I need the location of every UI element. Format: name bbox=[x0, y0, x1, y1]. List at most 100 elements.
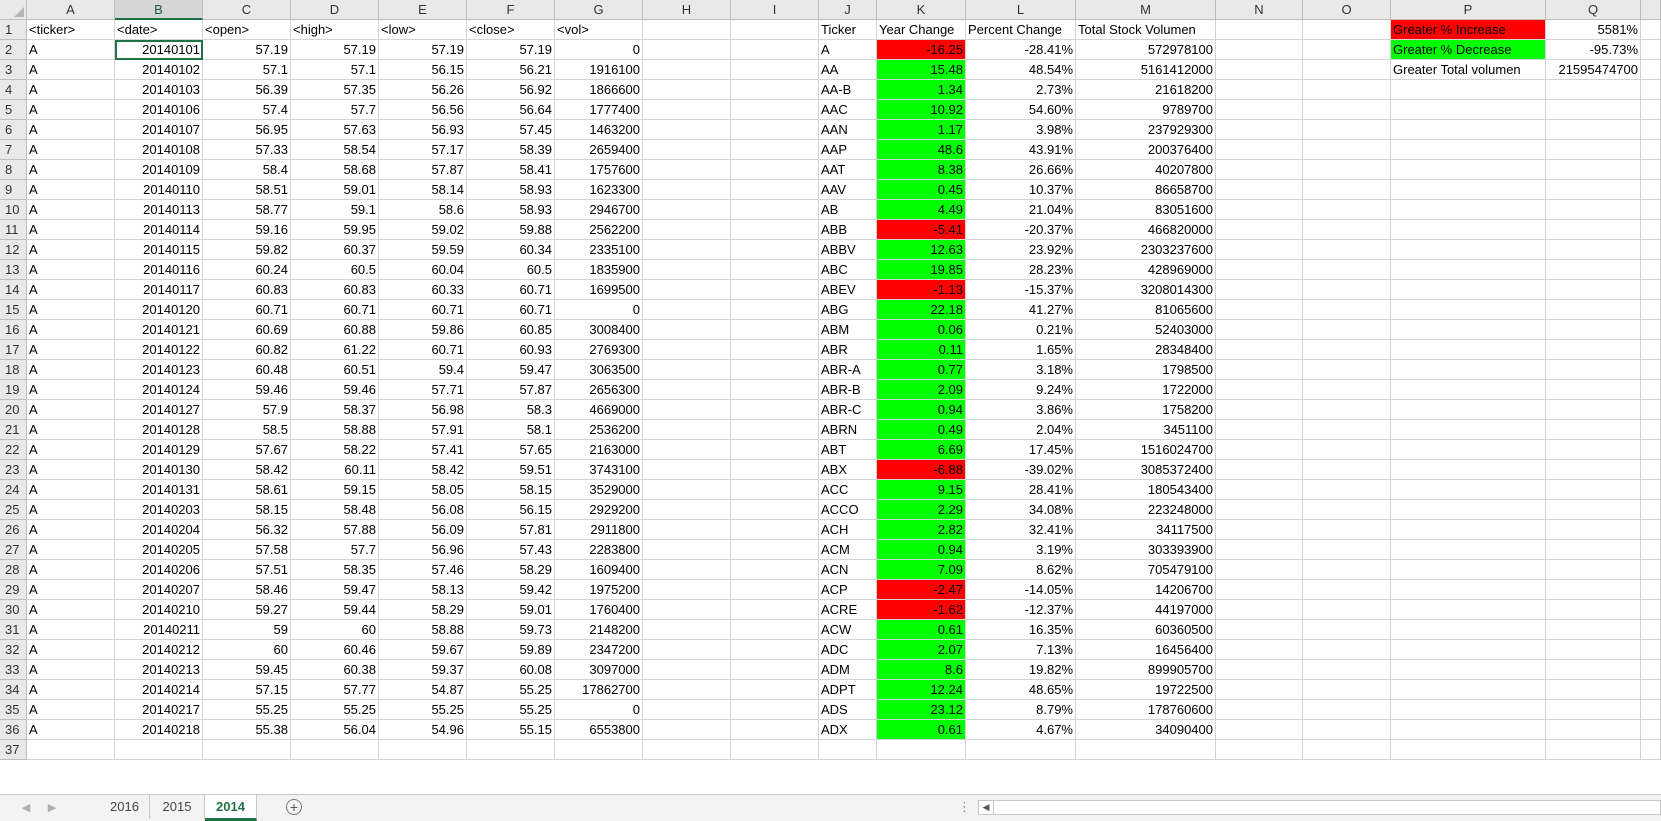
cell-c20[interactable]: 57.9 bbox=[203, 400, 291, 420]
cell-p21[interactable] bbox=[1391, 420, 1546, 440]
scroll-left-icon[interactable]: ◀ bbox=[979, 801, 994, 814]
cell-m9[interactable]: 86658700 bbox=[1076, 180, 1216, 200]
cell-o8[interactable] bbox=[1303, 160, 1391, 180]
cell-c35[interactable]: 55.25 bbox=[203, 700, 291, 720]
cell-q6[interactable] bbox=[1546, 120, 1641, 140]
cell-g35[interactable]: 0 bbox=[555, 700, 643, 720]
cell-o25[interactable] bbox=[1303, 500, 1391, 520]
cell-l24[interactable]: 28.41% bbox=[966, 480, 1076, 500]
cell-f22[interactable]: 57.65 bbox=[467, 440, 555, 460]
cell-a21[interactable]: A bbox=[27, 420, 115, 440]
cell-blank[interactable] bbox=[1641, 20, 1661, 40]
cell-n20[interactable] bbox=[1216, 400, 1303, 420]
cell-a34[interactable]: A bbox=[27, 680, 115, 700]
cell-g17[interactable]: 2769300 bbox=[555, 340, 643, 360]
row-header[interactable]: 23 bbox=[0, 460, 27, 480]
cell-l33[interactable]: 19.82% bbox=[966, 660, 1076, 680]
cell-l36[interactable]: 4.67% bbox=[966, 720, 1076, 740]
cell-o3[interactable] bbox=[1303, 60, 1391, 80]
cell-l30[interactable]: -12.37% bbox=[966, 600, 1076, 620]
cell-l27[interactable]: 3.19% bbox=[966, 540, 1076, 560]
cell-e29[interactable]: 58.13 bbox=[379, 580, 467, 600]
cell-f15[interactable]: 60.71 bbox=[467, 300, 555, 320]
cell-m6[interactable]: 237929300 bbox=[1076, 120, 1216, 140]
cell-p30[interactable] bbox=[1391, 600, 1546, 620]
cell-m26[interactable]: 34117500 bbox=[1076, 520, 1216, 540]
cell-c6[interactable]: 56.95 bbox=[203, 120, 291, 140]
cell-n26[interactable] bbox=[1216, 520, 1303, 540]
cell-i16[interactable] bbox=[731, 320, 819, 340]
cell-q21[interactable] bbox=[1546, 420, 1641, 440]
cell-p3[interactable]: Greater Total volumen bbox=[1391, 60, 1546, 80]
cell-m8[interactable]: 40207800 bbox=[1076, 160, 1216, 180]
cell-f35[interactable]: 55.25 bbox=[467, 700, 555, 720]
cell-blank[interactable] bbox=[1641, 560, 1661, 580]
cell-g14[interactable]: 1699500 bbox=[555, 280, 643, 300]
cell-i23[interactable] bbox=[731, 460, 819, 480]
cell-c8[interactable]: 58.4 bbox=[203, 160, 291, 180]
cell-n15[interactable] bbox=[1216, 300, 1303, 320]
cell-e20[interactable]: 56.98 bbox=[379, 400, 467, 420]
cell-f33[interactable]: 60.08 bbox=[467, 660, 555, 680]
cell-a11[interactable]: A bbox=[27, 220, 115, 240]
cell-c19[interactable]: 59.46 bbox=[203, 380, 291, 400]
cell-g30[interactable]: 1760400 bbox=[555, 600, 643, 620]
cell-a2[interactable]: A bbox=[27, 40, 115, 60]
cell-a29[interactable]: A bbox=[27, 580, 115, 600]
cell-o12[interactable] bbox=[1303, 240, 1391, 260]
cell-q8[interactable] bbox=[1546, 160, 1641, 180]
cell-d33[interactable]: 60.38 bbox=[291, 660, 379, 680]
cell-c11[interactable]: 59.16 bbox=[203, 220, 291, 240]
cell-k36[interactable]: 0.61 bbox=[877, 720, 966, 740]
cell-p29[interactable] bbox=[1391, 580, 1546, 600]
cell-e7[interactable]: 57.17 bbox=[379, 140, 467, 160]
cell-f27[interactable]: 57.43 bbox=[467, 540, 555, 560]
cell-j6[interactable]: AAN bbox=[819, 120, 877, 140]
cell-e16[interactable]: 59.86 bbox=[379, 320, 467, 340]
row-header[interactable]: 34 bbox=[0, 680, 27, 700]
cell-a8[interactable]: A bbox=[27, 160, 115, 180]
cell-c12[interactable]: 59.82 bbox=[203, 240, 291, 260]
cell-h26[interactable] bbox=[643, 520, 731, 540]
cell-q29[interactable] bbox=[1546, 580, 1641, 600]
cell-d14[interactable]: 60.83 bbox=[291, 280, 379, 300]
cell-h22[interactable] bbox=[643, 440, 731, 460]
cell-h10[interactable] bbox=[643, 200, 731, 220]
column-header-d[interactable]: D bbox=[291, 0, 379, 20]
ellipsis-icon[interactable]: ⋮ bbox=[958, 799, 971, 815]
cell-f14[interactable]: 60.71 bbox=[467, 280, 555, 300]
cell-j18[interactable]: ABR-A bbox=[819, 360, 877, 380]
cell-j7[interactable]: AAP bbox=[819, 140, 877, 160]
cell-d22[interactable]: 58.22 bbox=[291, 440, 379, 460]
cell-e32[interactable]: 59.67 bbox=[379, 640, 467, 660]
cell-h15[interactable] bbox=[643, 300, 731, 320]
cell-g8[interactable]: 1757600 bbox=[555, 160, 643, 180]
cell-c18[interactable]: 60.48 bbox=[203, 360, 291, 380]
cell-b4[interactable]: 20140103 bbox=[115, 80, 203, 100]
cell-g29[interactable]: 1975200 bbox=[555, 580, 643, 600]
cell-m35[interactable]: 178760600 bbox=[1076, 700, 1216, 720]
cell-a9[interactable]: A bbox=[27, 180, 115, 200]
cell-k2[interactable]: -16.25 bbox=[877, 40, 966, 60]
cell-e17[interactable]: 60.71 bbox=[379, 340, 467, 360]
cell-h4[interactable] bbox=[643, 80, 731, 100]
row-header[interactable]: 12 bbox=[0, 240, 27, 260]
row-header[interactable]: 7 bbox=[0, 140, 27, 160]
cell-e4[interactable]: 56.26 bbox=[379, 80, 467, 100]
cell-e12[interactable]: 59.59 bbox=[379, 240, 467, 260]
cell-j25[interactable]: ACCO bbox=[819, 500, 877, 520]
cell-i12[interactable] bbox=[731, 240, 819, 260]
cell-l1[interactable]: Percent Change bbox=[966, 20, 1076, 40]
row-header[interactable]: 18 bbox=[0, 360, 27, 380]
cell-j20[interactable]: ABR-C bbox=[819, 400, 877, 420]
cell-n4[interactable] bbox=[1216, 80, 1303, 100]
cell-j17[interactable]: ABR bbox=[819, 340, 877, 360]
cell-h23[interactable] bbox=[643, 460, 731, 480]
cell-c33[interactable]: 59.45 bbox=[203, 660, 291, 680]
cell-d34[interactable]: 57.77 bbox=[291, 680, 379, 700]
cell-o27[interactable] bbox=[1303, 540, 1391, 560]
cell-g4[interactable]: 1866600 bbox=[555, 80, 643, 100]
cell-l6[interactable]: 3.98% bbox=[966, 120, 1076, 140]
cell-e27[interactable]: 56.96 bbox=[379, 540, 467, 560]
cell-k7[interactable]: 48.6 bbox=[877, 140, 966, 160]
